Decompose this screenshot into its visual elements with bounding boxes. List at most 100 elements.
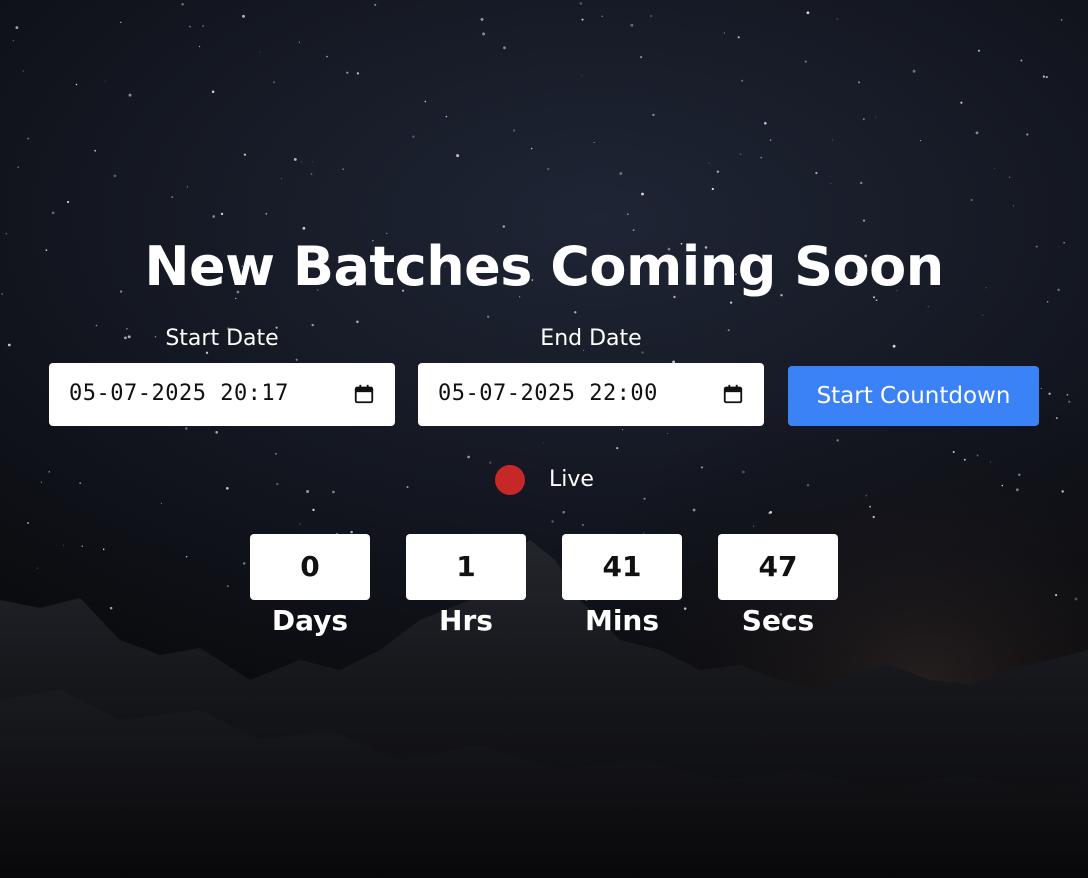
star bbox=[1015, 488, 1019, 492]
star bbox=[487, 315, 490, 318]
star bbox=[202, 25, 204, 27]
star bbox=[120, 21, 122, 24]
star bbox=[530, 147, 533, 150]
star bbox=[975, 131, 979, 135]
star bbox=[299, 523, 301, 525]
star bbox=[872, 515, 875, 519]
star bbox=[740, 153, 742, 155]
star bbox=[1045, 76, 1048, 79]
star bbox=[1018, 473, 1021, 476]
star bbox=[113, 174, 117, 178]
star bbox=[272, 81, 276, 84]
star bbox=[831, 139, 833, 141]
star bbox=[616, 446, 619, 450]
star bbox=[302, 226, 306, 230]
star bbox=[295, 358, 298, 361]
star bbox=[502, 225, 505, 228]
star bbox=[601, 15, 603, 17]
end-date-value: 05-07-2025 22:00 bbox=[438, 381, 658, 406]
star bbox=[1046, 300, 1049, 303]
star bbox=[27, 137, 30, 140]
star bbox=[836, 18, 838, 20]
star bbox=[374, 3, 377, 6]
star bbox=[760, 156, 763, 159]
star bbox=[1008, 176, 1011, 179]
live-status-label: Live bbox=[549, 467, 594, 492]
star bbox=[75, 83, 78, 86]
star bbox=[708, 162, 710, 164]
seconds-label: Secs bbox=[741, 604, 815, 637]
star bbox=[692, 508, 696, 512]
star bbox=[406, 485, 409, 489]
star bbox=[356, 320, 359, 324]
star bbox=[259, 51, 261, 53]
star bbox=[81, 545, 83, 547]
star bbox=[912, 69, 916, 73]
end-date-label: End Date bbox=[540, 326, 642, 351]
star bbox=[641, 192, 644, 196]
star bbox=[630, 23, 634, 27]
star bbox=[1026, 133, 1029, 136]
star bbox=[48, 471, 50, 473]
hours-value: 1 bbox=[406, 534, 526, 600]
star bbox=[862, 118, 865, 121]
star bbox=[12, 40, 14, 42]
star bbox=[574, 311, 577, 314]
star bbox=[480, 17, 484, 21]
star bbox=[547, 167, 550, 171]
star bbox=[326, 55, 328, 58]
star bbox=[626, 213, 629, 216]
star bbox=[275, 453, 277, 455]
star bbox=[860, 181, 863, 185]
star bbox=[243, 153, 246, 156]
star bbox=[181, 3, 184, 6]
star bbox=[920, 140, 922, 142]
star bbox=[512, 129, 516, 132]
end-date-input[interactable]: 05-07-2025 22:00 bbox=[418, 363, 764, 426]
star bbox=[298, 41, 300, 43]
star bbox=[830, 182, 832, 184]
star bbox=[952, 451, 955, 453]
star bbox=[683, 607, 687, 610]
night-sky-mountain-background bbox=[0, 0, 1088, 878]
star bbox=[276, 482, 279, 486]
star bbox=[815, 171, 818, 175]
star bbox=[342, 168, 344, 170]
live-indicator-dot bbox=[495, 465, 525, 495]
star bbox=[892, 344, 896, 348]
star bbox=[639, 55, 643, 59]
star bbox=[1042, 75, 1046, 78]
star bbox=[806, 483, 810, 487]
calendar-icon[interactable] bbox=[353, 383, 375, 405]
star bbox=[865, 495, 867, 497]
minutes-label: Mins bbox=[584, 604, 660, 637]
star bbox=[293, 157, 297, 161]
star bbox=[104, 80, 106, 82]
star bbox=[581, 18, 584, 21]
calendar-icon[interactable] bbox=[722, 383, 744, 405]
star bbox=[242, 14, 245, 18]
start-date-value: 05-07-2025 20:17 bbox=[69, 381, 289, 406]
star bbox=[312, 161, 314, 163]
star bbox=[350, 530, 353, 534]
star bbox=[551, 520, 554, 523]
start-countdown-button[interactable]: Start Countdown bbox=[788, 366, 1039, 426]
start-date-input[interactable]: 05-07-2025 20:17 bbox=[49, 363, 395, 426]
start-date-label: Start Date bbox=[165, 326, 279, 351]
star bbox=[79, 482, 82, 485]
page-title: New Batches Coming Soon bbox=[144, 235, 944, 298]
star bbox=[445, 115, 448, 118]
star bbox=[503, 46, 506, 50]
star bbox=[27, 522, 29, 524]
star bbox=[581, 74, 583, 76]
star bbox=[806, 11, 810, 15]
star bbox=[963, 458, 966, 461]
seconds-value: 47 bbox=[718, 534, 838, 600]
star bbox=[711, 187, 714, 191]
star bbox=[763, 121, 767, 125]
star bbox=[1068, 400, 1071, 403]
star bbox=[723, 32, 726, 34]
star bbox=[220, 212, 224, 216]
star bbox=[741, 79, 744, 82]
star bbox=[982, 314, 984, 316]
